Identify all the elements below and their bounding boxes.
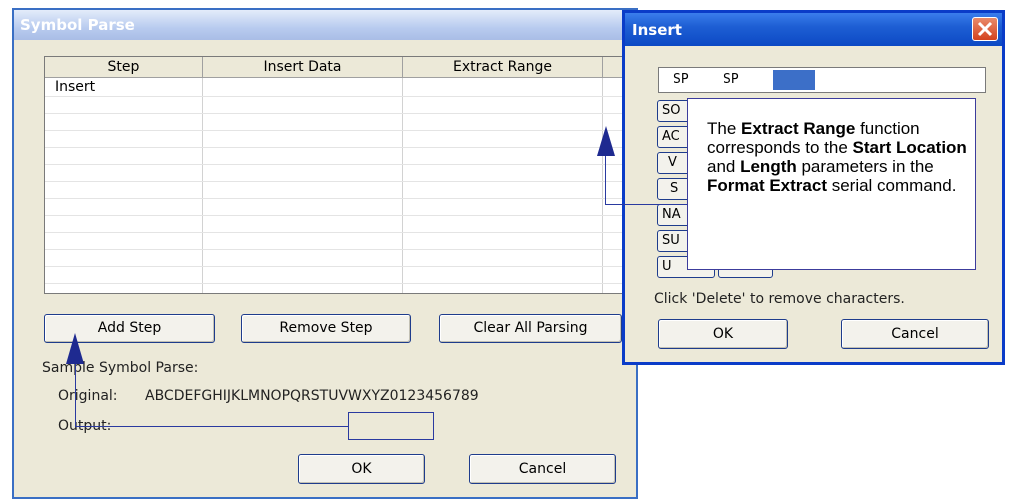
dialog-title: Insert [632,21,682,39]
close-x-icon [977,21,993,37]
char-chip: SP [723,72,739,87]
row-divider [45,283,626,284]
column-header-step[interactable]: Step [45,57,203,78]
insert-cancel-button[interactable]: Cancel [841,319,989,349]
annotation-line [605,204,687,205]
clear-all-parsing-button[interactable]: Clear All Parsing [439,314,622,343]
delete-hint: Click 'Delete' to remove characters. [654,291,905,307]
row-divider [45,113,626,114]
annotation-line [605,154,606,205]
table-cell-step: Insert [55,79,96,95]
annotation-callout: The Extract Range function corresponds t… [687,98,976,270]
insert-titlebar[interactable]: Insert [625,13,1002,46]
symbol-parse-titlebar[interactable]: Symbol Parse [14,10,636,40]
selected-character-highlight [773,70,815,90]
column-header-extract-range[interactable]: Extract Range [403,57,603,78]
callout-text: The Extract Range function corresponds t… [707,119,967,195]
parse-steps-table[interactable]: Step Insert Data Extract Range Insert [44,56,627,294]
row-divider [45,266,626,267]
close-button[interactable] [972,17,998,41]
original-value: ABCDEFGHIJKLMNOPQRSTUVWXYZ0123456789 [145,388,479,404]
remove-step-button[interactable]: Remove Step [241,314,411,343]
insert-ok-button[interactable]: OK [658,319,788,349]
arrow-up-icon [597,126,615,156]
row-divider [45,181,626,182]
original-label: Original: [58,388,118,404]
column-divider [602,78,603,293]
cancel-button[interactable]: Cancel [469,454,616,484]
row-divider [45,198,626,199]
column-divider [202,78,203,293]
annotation-line [75,362,76,427]
row-divider [45,249,626,250]
output-highlight-box [348,412,434,440]
row-divider [45,232,626,233]
row-divider [45,130,626,131]
window-title: Symbol Parse [20,16,135,34]
arrow-up-icon [66,333,84,364]
char-chip: SP [673,72,689,87]
table-row[interactable]: Insert [45,79,626,96]
row-divider [45,147,626,148]
row-divider [45,164,626,165]
column-divider [402,78,403,293]
row-divider [45,96,626,97]
row-divider [45,215,626,216]
ok-button[interactable]: OK [298,454,425,484]
annotation-line [75,426,348,427]
column-header-insert-data[interactable]: Insert Data [203,57,403,78]
insert-characters-field[interactable]: SP SP [658,67,986,93]
